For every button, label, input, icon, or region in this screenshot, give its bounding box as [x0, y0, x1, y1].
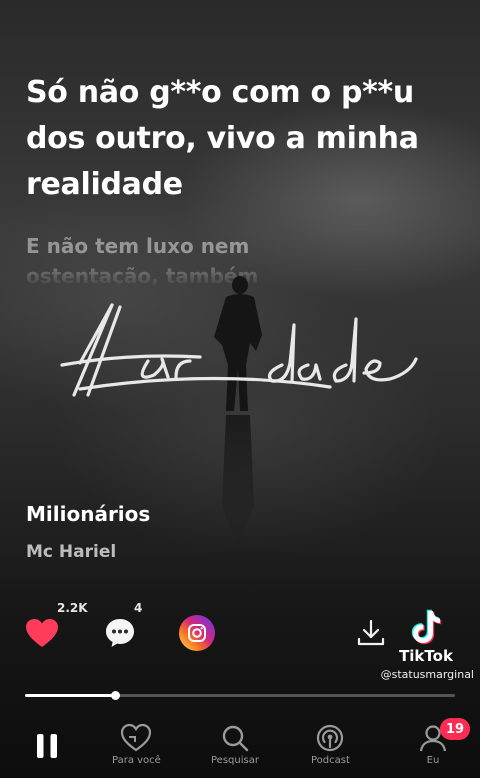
artist-reflection: [222, 415, 254, 550]
pause-button[interactable]: [32, 731, 62, 761]
comment-bubble-icon: [106, 619, 134, 647]
tiktok-logo-icon: [411, 609, 442, 645]
nav-item-podcast[interactable]: Podcast: [311, 723, 350, 766]
bottom-navigation: Para você Pesquisar Podcast Eu 19: [0, 715, 480, 778]
tiktok-brand: TikTok: [399, 647, 453, 665]
nav-label-pesquisar: Pesquisar: [211, 755, 259, 766]
like-button[interactable]: [24, 616, 60, 650]
nav-item-eu[interactable]: Eu 19: [418, 718, 471, 766]
tiktok-username: @statusmarginal: [380, 668, 474, 681]
lyrics-current: Só não g**o com o p**u dos outro, vivo a…: [26, 70, 456, 208]
artist-silhouette: [214, 276, 262, 411]
tiktok-watermark: TikTok @statusmarginal: [364, 605, 474, 685]
search-icon: [222, 725, 249, 752]
song-title[interactable]: Milionários: [26, 502, 150, 526]
comment-count: 4: [134, 601, 143, 615]
notification-badge: 19: [440, 718, 471, 740]
comment-button[interactable]: [103, 616, 137, 650]
nav-label-eu: Eu: [426, 755, 440, 766]
instagram-share-button[interactable]: [178, 614, 216, 652]
nav-item-para-voce[interactable]: Para você: [112, 723, 161, 766]
heart-icon: [26, 619, 58, 647]
song-artist[interactable]: Mc Hariel: [26, 542, 150, 562]
like-count: 2.2K: [57, 601, 88, 615]
song-info: Milionários Mc Hariel: [26, 502, 150, 562]
heart-outline-icon: [121, 723, 152, 752]
nav-item-pesquisar[interactable]: Pesquisar: [211, 723, 259, 766]
nav-label-podcast: Podcast: [311, 755, 350, 766]
playback-progress-bar[interactable]: [25, 691, 455, 700]
pause-icon: [37, 734, 57, 758]
podcast-icon: [317, 724, 344, 752]
lyric-current-line: Só não g**o com o p**u dos outro, vivo a…: [26, 75, 419, 202]
nav-label-para-voce: Para você: [112, 755, 161, 766]
instagram-icon: [179, 615, 215, 651]
progress-fill: [25, 694, 116, 697]
